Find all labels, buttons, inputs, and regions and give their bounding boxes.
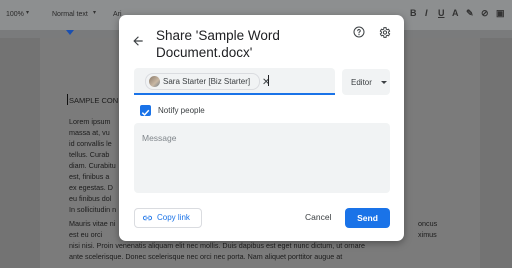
- recipient-chip[interactable]: Sara Starter [Biz Starter] ✕: [145, 73, 270, 90]
- bold-icon[interactable]: B: [410, 8, 417, 18]
- add-people-input[interactable]: Sara Starter [Biz Starter] ✕: [134, 68, 335, 95]
- italic-icon[interactable]: I: [425, 8, 428, 18]
- doc-line: Lorem ipsum: [69, 117, 111, 126]
- recipient-chip-label: Sara Starter [Biz Starter]: [163, 77, 251, 86]
- avatar: [149, 76, 160, 87]
- copy-link-label: Copy link: [157, 213, 190, 222]
- chevron-down-icon: ▾: [93, 10, 97, 16]
- back-arrow-icon[interactable]: [131, 34, 145, 48]
- doc-line: In sollicitudin n: [69, 205, 117, 214]
- close-icon[interactable]: ✕: [262, 78, 270, 88]
- highlight-icon[interactable]: ✎: [466, 8, 474, 19]
- copy-link-button[interactable]: Copy link: [134, 208, 202, 228]
- send-button[interactable]: Send: [345, 208, 390, 228]
- role-select[interactable]: Editor: [342, 69, 390, 95]
- doc-line: est eu orci: [69, 230, 103, 239]
- underline-icon[interactable]: U: [438, 8, 445, 18]
- gear-icon[interactable]: [378, 26, 391, 39]
- doc-line: eu finibus dol: [69, 194, 112, 203]
- comment-icon[interactable]: ▣: [496, 8, 505, 19]
- checkmark-icon: [141, 109, 150, 116]
- style-select[interactable]: Normal text: [52, 11, 88, 18]
- indent-marker-icon[interactable]: [66, 30, 74, 35]
- dialog-title: Share 'Sample Word Document.docx': [156, 28, 280, 60]
- doc-line: nisi nisi. Proin venenatis aliquam elit …: [69, 241, 366, 250]
- zoom-select[interactable]: 100%: [6, 11, 24, 18]
- share-dialog: Share 'Sample Word Document.docx' Sara S…: [119, 15, 404, 241]
- notify-label: Notify people: [158, 106, 205, 115]
- doc-line: diam. Curabitu: [69, 161, 116, 170]
- doc-line: est, finibus a: [69, 172, 110, 181]
- text-cursor: [268, 75, 269, 86]
- document-heading: SAMPLE CON: [69, 96, 119, 105]
- doc-line: Mauris vitae ni: [69, 219, 116, 228]
- text-cursor: [67, 94, 68, 105]
- doc-line: ximus: [418, 230, 437, 239]
- doc-line: tellus. Curab: [69, 150, 110, 159]
- help-circle-icon[interactable]: [353, 26, 365, 38]
- chevron-down-icon: ▾: [26, 10, 30, 16]
- doc-line: oncus: [418, 219, 438, 228]
- message-placeholder: Message: [142, 133, 177, 143]
- send-button-label: Send: [357, 213, 378, 223]
- doc-line: massa at, vu: [69, 128, 110, 137]
- chevron-down-icon: [381, 81, 387, 84]
- cancel-button[interactable]: Cancel: [305, 212, 331, 222]
- message-textarea[interactable]: Message: [134, 123, 390, 193]
- text-color-icon[interactable]: A: [452, 8, 459, 18]
- doc-line: ante scelerisque. Donec scelerisque nec …: [69, 252, 343, 261]
- link-icon[interactable]: ⊘: [481, 8, 489, 19]
- doc-line: id convallis le: [69, 139, 112, 148]
- link-icon: [142, 215, 153, 221]
- notify-checkbox[interactable]: [140, 105, 151, 116]
- role-select-label: Editor: [351, 78, 372, 87]
- doc-line: ex egestas. D: [69, 183, 113, 192]
